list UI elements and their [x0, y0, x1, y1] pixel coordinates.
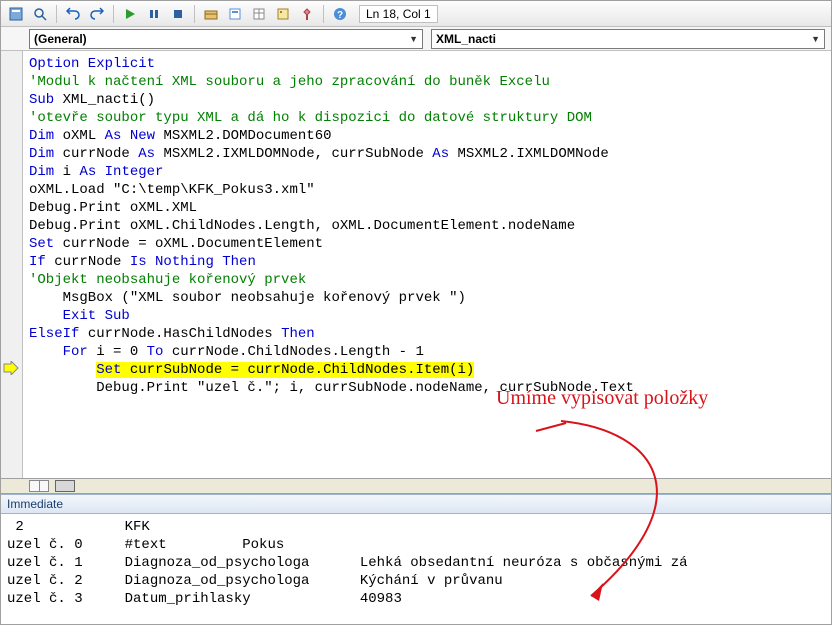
procedure-view-icon[interactable] — [29, 480, 49, 492]
chevron-down-icon: ▼ — [409, 34, 418, 44]
redo-icon[interactable] — [86, 3, 108, 25]
code-editor[interactable]: Option Explicit 'Modul k načtení XML sou… — [1, 51, 831, 478]
chevron-down-icon: ▼ — [811, 34, 820, 44]
immediate-window[interactable]: 2 KFK uzel č. 0 #text Pokus uzel č. 1 Di… — [1, 514, 831, 624]
toolbox-icon[interactable] — [296, 3, 318, 25]
view-icon[interactable] — [5, 3, 27, 25]
cursor-position: Ln 18, Col 1 — [359, 5, 438, 23]
project-icon[interactable] — [224, 3, 246, 25]
view-mode-bar — [1, 478, 831, 494]
undo-icon[interactable] — [62, 3, 84, 25]
dropdown-bar: (General) ▼ XML_nacti ▼ — [1, 27, 831, 51]
immediate-title: Immediate — [1, 494, 831, 514]
toolbar: ? Ln 18, Col 1 — [1, 1, 831, 27]
gutter — [1, 51, 23, 478]
properties-icon[interactable] — [248, 3, 270, 25]
object-browser-icon[interactable] — [272, 3, 294, 25]
object-dropdown-label: (General) — [34, 32, 87, 46]
full-module-view-icon[interactable] — [55, 480, 75, 492]
help-icon[interactable]: ? — [329, 3, 351, 25]
find-icon[interactable] — [29, 3, 51, 25]
current-line-arrow-icon — [3, 361, 19, 375]
procedure-dropdown[interactable]: XML_nacti ▼ — [431, 29, 825, 49]
run-icon[interactable] — [119, 3, 141, 25]
code-pane[interactable]: Option Explicit 'Modul k načtení XML sou… — [23, 51, 831, 478]
object-dropdown[interactable]: (General) ▼ — [29, 29, 423, 49]
design-icon[interactable] — [200, 3, 222, 25]
stop-icon[interactable] — [167, 3, 189, 25]
svg-text:?: ? — [337, 10, 343, 21]
pause-icon[interactable] — [143, 3, 165, 25]
procedure-dropdown-label: XML_nacti — [436, 32, 496, 46]
